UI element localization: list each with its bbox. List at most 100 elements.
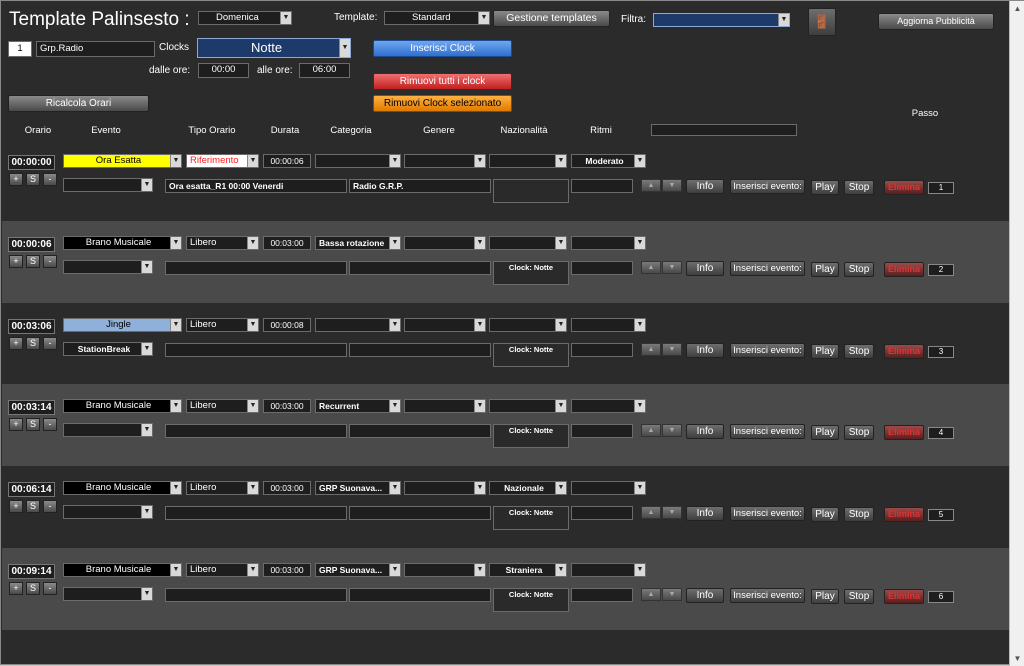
genere-select[interactable]: ▼	[404, 154, 486, 168]
inserisci-evento-button[interactable]: Inserisci evento:	[730, 343, 805, 358]
move-down-icon[interactable]: ▼	[662, 261, 682, 274]
move-down-icon[interactable]: ▼	[662, 424, 682, 437]
s-button[interactable]: S	[26, 255, 40, 268]
play-button[interactable]: Play	[811, 344, 839, 359]
move-down-icon[interactable]: ▼	[662, 588, 682, 601]
description-field[interactable]	[165, 343, 347, 357]
s-button[interactable]: S	[26, 173, 40, 186]
inserisci-evento-button[interactable]: Inserisci evento:	[730, 588, 805, 603]
elimina-button[interactable]: Elimina	[884, 425, 924, 440]
time-field[interactable]: 00:09:14	[8, 564, 55, 579]
ritmi-select[interactable]: Moderato ▼	[571, 154, 646, 168]
inserisci-evento-button[interactable]: Inserisci evento:	[730, 506, 805, 521]
durata-field[interactable]: 00:03:00	[263, 236, 311, 250]
time-field[interactable]: 00:00:06	[8, 237, 55, 252]
plus-button[interactable]: +	[9, 173, 23, 186]
categoria-select[interactable]: ▼	[315, 154, 401, 168]
sub-evento-select[interactable]: ▼	[63, 423, 153, 437]
description-field[interactable]	[165, 424, 347, 438]
genere-select[interactable]: ▼	[404, 318, 486, 332]
elimina-button[interactable]: Elimina	[884, 180, 924, 195]
durata-field[interactable]: 00:03:00	[263, 481, 311, 495]
s-button[interactable]: S	[26, 337, 40, 350]
tipo-orario-select[interactable]: Libero ▼	[186, 318, 259, 332]
sub-evento-select[interactable]: ▼	[63, 178, 153, 192]
s-button[interactable]: S	[26, 582, 40, 595]
ritmi-select[interactable]: ▼	[571, 399, 646, 413]
time-field[interactable]: 00:00:00	[8, 155, 55, 170]
categoria-select[interactable]: Recurrent ▼	[315, 399, 401, 413]
move-down-icon[interactable]: ▼	[662, 506, 682, 519]
inserisci-evento-button[interactable]: Inserisci evento:	[730, 424, 805, 439]
ricalcola-orari-button[interactable]: Ricalcola Orari	[8, 95, 149, 112]
dalle-ore-field[interactable]: 00:00	[198, 63, 249, 78]
elimina-button[interactable]: Elimina	[884, 344, 924, 359]
move-up-icon[interactable]: ▲	[641, 588, 661, 601]
evento-select[interactable]: Brano Musicale ▼	[63, 481, 182, 495]
evento-select[interactable]: Brano Musicale ▼	[63, 399, 182, 413]
nazionalita-select[interactable]: Straniera ▼	[489, 563, 567, 577]
description2-field[interactable]	[349, 588, 491, 602]
inserisci-evento-button[interactable]: Inserisci evento:	[730, 261, 805, 276]
sub-evento-select[interactable]: ▼	[63, 260, 153, 274]
move-up-icon[interactable]: ▲	[641, 179, 661, 192]
template-select[interactable]: Standard ▼	[384, 11, 490, 25]
description2-field[interactable]	[349, 506, 491, 520]
extra-field[interactable]	[571, 588, 633, 602]
time-field[interactable]: 00:06:14	[8, 482, 55, 497]
day-select[interactable]: Domenica ▼	[198, 11, 292, 25]
ritmi-select[interactable]: ▼	[571, 481, 646, 495]
station-name-field[interactable]: Grp.Radio	[36, 41, 155, 57]
durata-field[interactable]: 00:03:00	[263, 399, 311, 413]
durata-field[interactable]: 00:03:00	[263, 563, 311, 577]
description2-field[interactable]	[349, 343, 491, 357]
info-button[interactable]: Info	[686, 424, 724, 439]
alle-ore-field[interactable]: 06:00	[299, 63, 350, 78]
elimina-button[interactable]: Elimina	[884, 507, 924, 522]
durata-field[interactable]: 00:00:08	[263, 318, 311, 332]
exit-icon[interactable]: 🚪	[808, 8, 836, 36]
genere-select[interactable]: ▼	[404, 399, 486, 413]
scroll-down-icon[interactable]: ▼	[1011, 652, 1024, 665]
tipo-orario-select[interactable]: Libero ▼	[186, 399, 259, 413]
tipo-orario-select[interactable]: Libero ▼	[186, 236, 259, 250]
minus-button[interactable]: -	[43, 337, 57, 350]
evento-select[interactable]: Brano Musicale ▼	[63, 236, 182, 250]
sub-evento-select[interactable]: ▼	[63, 587, 153, 601]
station-number-field[interactable]: 1	[8, 41, 32, 57]
tipo-orario-select[interactable]: Libero ▼	[186, 563, 259, 577]
minus-button[interactable]: -	[43, 582, 57, 595]
minus-button[interactable]: -	[43, 255, 57, 268]
nazionalita-select[interactable]: ▼	[489, 236, 567, 250]
stop-button[interactable]: Stop	[844, 262, 874, 277]
inserisci-clock-button[interactable]: Inserisci Clock	[373, 40, 512, 57]
genere-select[interactable]: ▼	[404, 563, 486, 577]
sub-evento-select[interactable]: ▼	[63, 505, 153, 519]
stop-button[interactable]: Stop	[844, 425, 874, 440]
stop-button[interactable]: Stop	[844, 180, 874, 195]
categoria-select[interactable]: GRP Suonava... ▼	[315, 481, 401, 495]
nazionalita-select[interactable]: ▼	[489, 154, 567, 168]
plus-button[interactable]: +	[9, 418, 23, 431]
ritmi-select[interactable]: ▼	[571, 318, 646, 332]
vertical-scrollbar[interactable]: ▲ ▼	[1009, 1, 1024, 666]
aggiorna-pubblicita-button[interactable]: Aggiorna Pubblicità	[878, 13, 994, 30]
extra-field[interactable]	[571, 179, 633, 193]
minus-button[interactable]: -	[43, 173, 57, 186]
plus-button[interactable]: +	[9, 255, 23, 268]
tipo-orario-select[interactable]: Libero ▼	[186, 481, 259, 495]
categoria-select[interactable]: GRP Suonava... ▼	[315, 563, 401, 577]
nazionalita-select[interactable]: ▼	[489, 399, 567, 413]
description-field[interactable]: Ora esatta_R1 00:00 Venerdi	[165, 179, 347, 193]
description-field[interactable]	[165, 506, 347, 520]
plus-button[interactable]: +	[9, 337, 23, 350]
rimuovi-tutti-clock-button[interactable]: Rimuovi tutti i clock	[373, 73, 512, 90]
move-up-icon[interactable]: ▲	[641, 261, 661, 274]
inserisci-evento-button[interactable]: Inserisci evento:	[730, 179, 805, 194]
nazionalita-select[interactable]: ▼	[489, 318, 567, 332]
rimuovi-clock-selezionato-button[interactable]: Rimuovi Clock selezionato	[373, 95, 512, 112]
description-field[interactable]	[165, 261, 347, 275]
header-filter-field[interactable]	[651, 124, 797, 136]
move-down-icon[interactable]: ▼	[662, 179, 682, 192]
plus-button[interactable]: +	[9, 500, 23, 513]
